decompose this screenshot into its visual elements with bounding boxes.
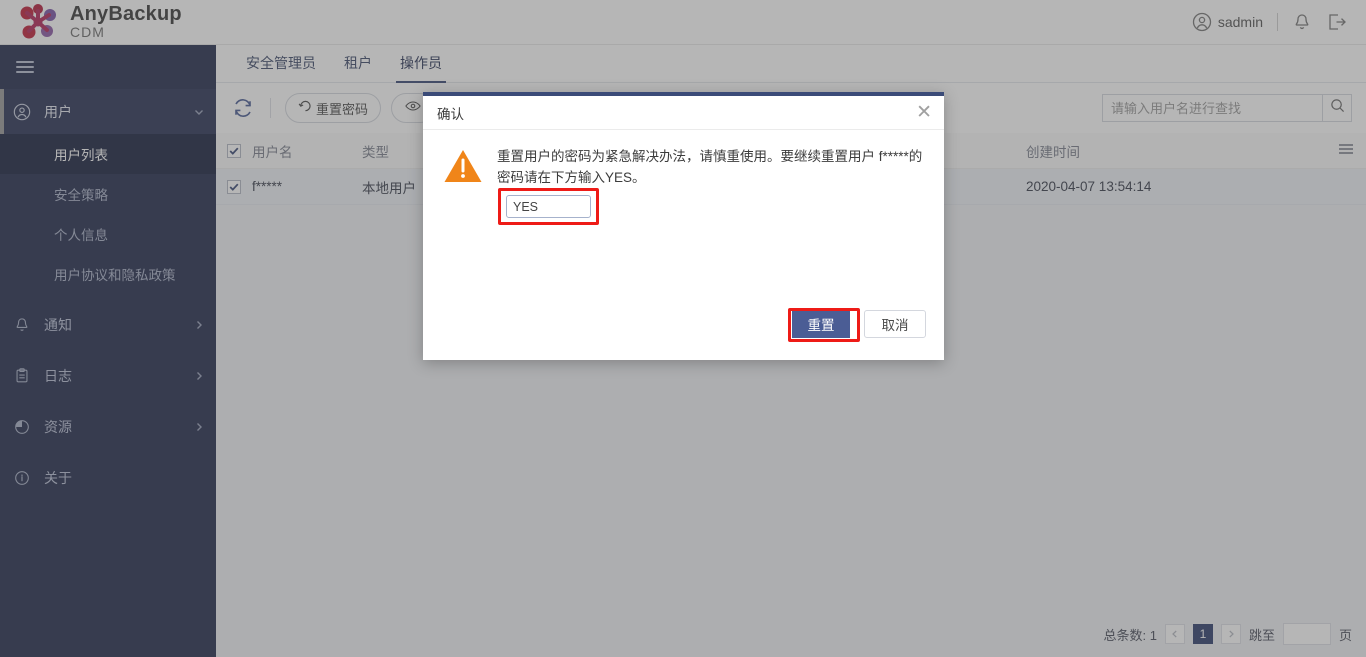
app-root: AnyBackup CDM sadmin 用户 用户列表 安全策略 个人信息 用… bbox=[0, 0, 1366, 657]
dialog-message: 重置用户的密码为紧急解决办法，请慎重使用。要继续重置用户 f*****的密码请在… bbox=[497, 149, 923, 185]
input-highlight-annotation bbox=[498, 188, 599, 225]
close-icon[interactable]: ✕ bbox=[916, 103, 932, 122]
dialog-body: 重置用户的密码为紧急解决办法，请慎重使用。要继续重置用户 f*****的密码请在… bbox=[423, 130, 944, 189]
dialog-title: 确认 bbox=[437, 106, 464, 122]
dialog-footer: 重置 取消 bbox=[423, 310, 944, 338]
confirm-dialog: 确认 ✕ 重置用户的密码为紧急解决办法，请慎重使用。要继续重置用户 f*****… bbox=[423, 92, 944, 360]
confirm-reset-button[interactable]: 重置 bbox=[792, 310, 850, 338]
cancel-button[interactable]: 取消 bbox=[864, 310, 926, 338]
warning-triangle-icon bbox=[443, 146, 483, 189]
dialog-header: 确认 ✕ bbox=[423, 96, 944, 130]
